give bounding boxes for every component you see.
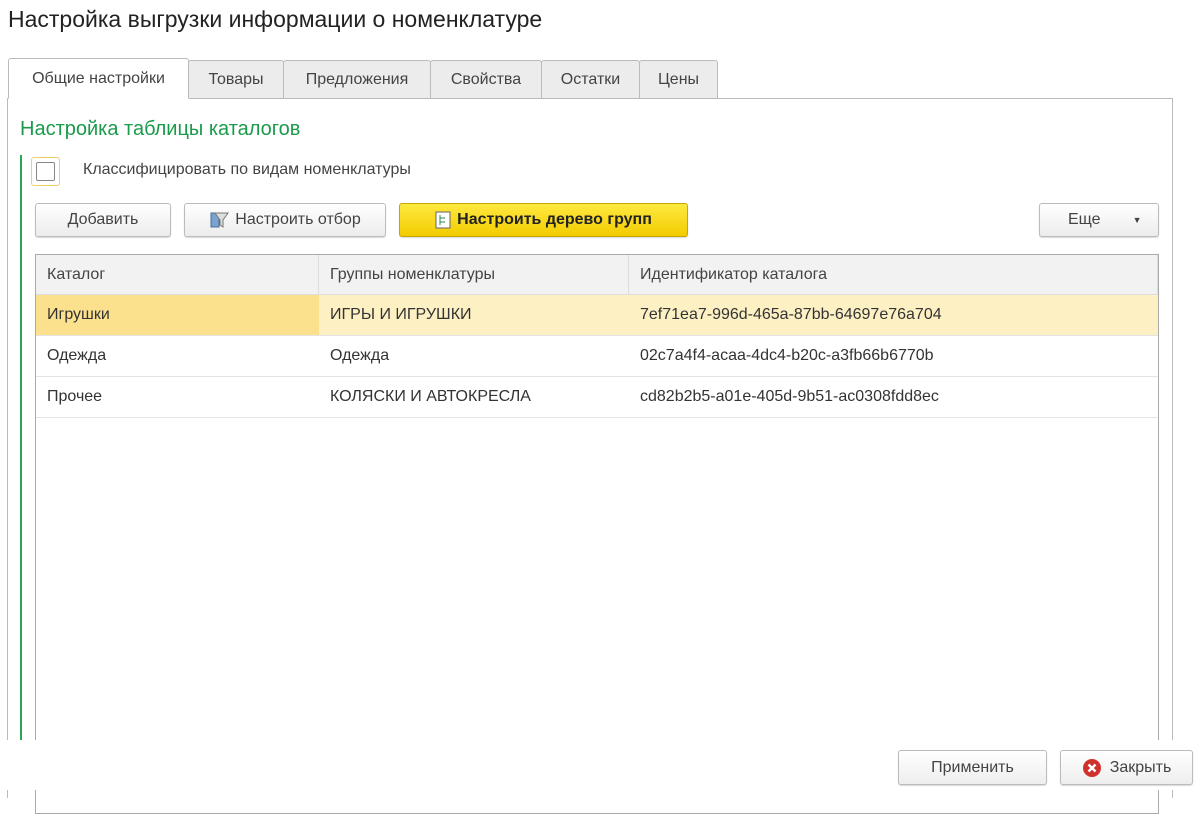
- cell-catalog[interactable]: Одежда: [36, 336, 319, 376]
- table-row[interactable]: Одежда Одежда 02c7a4f4-acaa-4dc4-b20c-a3…: [36, 336, 1158, 377]
- cell-id[interactable]: 7ef71ea7-996d-465a-87bb-64697e76a704: [629, 295, 1158, 335]
- cell-id[interactable]: 02c7a4f4-acaa-4dc4-b20c-a3fb66b6770b: [629, 336, 1158, 376]
- close-button[interactable]: Закрыть: [1060, 750, 1193, 785]
- checkbox-box: [36, 162, 55, 181]
- tab-prices[interactable]: Цены: [639, 60, 718, 99]
- chevron-down-icon: ▼: [1132, 215, 1142, 225]
- column-header-catalog[interactable]: Каталог: [36, 255, 319, 294]
- cell-catalog[interactable]: Прочее: [36, 377, 319, 417]
- column-header-id[interactable]: Идентификатор каталога: [629, 255, 1158, 294]
- table-row[interactable]: Прочее КОЛЯСКИ И АВТОКРЕСЛА cd82b2b5-a01…: [36, 377, 1158, 418]
- column-header-groups[interactable]: Группы номенклатуры: [319, 255, 629, 294]
- tab-properties[interactable]: Свойства: [430, 60, 542, 99]
- group-divider: [20, 155, 22, 745]
- apply-button-label: Применить: [931, 758, 1014, 776]
- apply-button[interactable]: Применить: [898, 750, 1047, 785]
- tab-offers[interactable]: Предложения: [283, 60, 431, 99]
- add-button-label: Добавить: [67, 211, 139, 228]
- tree-icon: [435, 211, 451, 229]
- tab-general[interactable]: Общие настройки: [8, 58, 189, 99]
- cell-catalog[interactable]: Игрушки: [36, 295, 319, 335]
- window-title: Настройка выгрузки информации о номенкла…: [8, 6, 543, 32]
- filter-icon: [210, 212, 230, 228]
- more-button[interactable]: Еще ▼: [1039, 203, 1159, 237]
- classify-checkbox-label[interactable]: Классифицировать по видам номенклатуры: [83, 161, 411, 179]
- cell-groups[interactable]: Одежда: [319, 336, 629, 376]
- tree-button-label: Настроить дерево групп: [457, 211, 652, 228]
- filter-button-label: Настроить отбор: [235, 211, 361, 228]
- classify-checkbox[interactable]: [31, 157, 60, 186]
- cell-id[interactable]: cd82b2b5-a01e-405d-9b51-ac0308fdd8ec: [629, 377, 1158, 417]
- group-title: Настройка таблицы каталогов: [20, 118, 301, 140]
- cell-groups[interactable]: КОЛЯСКИ И АВТОКРЕСЛА: [319, 377, 629, 417]
- close-icon: [1082, 758, 1101, 777]
- catalogs-table: Каталог Группы номенклатуры Идентификато…: [35, 254, 1159, 814]
- close-button-label: Закрыть: [1109, 758, 1172, 776]
- tab-goods[interactable]: Товары: [188, 60, 284, 99]
- add-button[interactable]: Добавить: [35, 203, 171, 237]
- table-header: Каталог Группы номенклатуры Идентификато…: [36, 255, 1158, 295]
- filter-button[interactable]: Настроить отбор: [184, 203, 386, 237]
- cell-groups[interactable]: ИГРЫ И ИГРУШКИ: [319, 295, 629, 335]
- tab-stock[interactable]: Остатки: [541, 60, 640, 99]
- more-button-label: Еще: [1068, 211, 1101, 228]
- table-row[interactable]: Игрушки ИГРЫ И ИГРУШКИ 7ef71ea7-996d-465…: [36, 295, 1158, 336]
- configure-group-tree-button[interactable]: Настроить дерево групп: [399, 203, 688, 237]
